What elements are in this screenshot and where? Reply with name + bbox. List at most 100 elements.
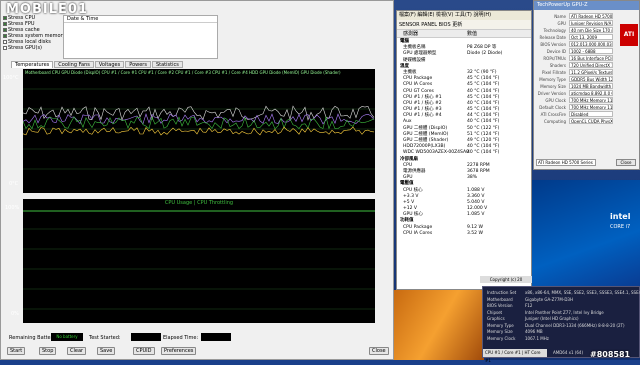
sensor-row[interactable]: CPU IA Cores 3.52 W [397,231,531,237]
gpu-info-value: 1002 - 68B8 [569,48,613,54]
g2-bottom-label: 0% [11,311,19,317]
column-header: 感測器 數值 [397,30,531,38]
gpu-info-key: ROPs/TMUs [543,56,566,61]
sensor-list: 電腦 主機板名稱 P8 Z68 DP 等 GPU 處理器類型 Diode (2 Diod… [397,39,531,237]
g1-top-label: 100°C [3,75,19,81]
gpu-info-key: Pixel Fillrate [542,70,566,75]
menu-bar[interactable]: 檔案(F) 編輯(E) 檢視(V) 工具(T) 說明(H) [397,11,531,20]
checkbox[interactable] [3,33,7,38]
gpu-info-row: Default Clock700 MHz Memory 1150 MHz [536,104,639,111]
wallpaper-area [394,290,484,360]
close-button[interactable]: Close [369,347,389,355]
gpu-info-row: Pixel Fillrate11.2 GPixel/s Texture 28.0… [536,69,639,76]
graph-tabs: Temperatures Cooling Fans Voltages Powers St… [11,61,184,68]
system-info-value: 1067.1 MHz [525,335,549,341]
system-info-list: Instruction Set x86, x86-64, MMX, SSE, SS… [487,290,640,343]
gpu-info-key: GPU [557,21,566,26]
checkbox[interactable] [3,21,7,26]
gpu-info-row: Memory TypeGDDR5 Bus Width 128 Bit [536,76,639,83]
start-button[interactable]: Start [7,347,26,355]
gpu-info-value: Disabled [569,111,613,117]
gpu-info-row: NameATI Radeon HD 5700 Series [536,13,639,20]
stress-options: Stress CPU Stress FPU Stress cache Stress s… [3,15,66,51]
tab-temperatures[interactable]: Temperatures [11,61,54,68]
test-started-label: Test Started: [89,335,121,341]
gpu-info-row: Driver Versionaticmdag 8.892.0.0 Catalys… [536,90,639,97]
tab-cooling-fans[interactable]: Cooling Fans [54,61,94,68]
hdd-temp-line [23,126,375,136]
gpu-info-value: aticmdag 8.892.0.0 Catalyst 11.8 [569,90,613,96]
gpu-info-key: ATI CrossFire [540,112,566,117]
button-bar: Start Stop Clear Save CPUID Preferences … [5,347,391,357]
gpu-info-value: 40 nm Die Size 170 mm² [569,27,613,33]
sensor-value: 3.52 W [467,230,483,236]
gpu-info-key: GPU Clock [545,98,566,103]
g2-top-label: 100% [5,205,20,211]
gpu-info-value: 012.013.000.000.036129 [569,41,613,47]
gpu-info-value: Juniper Revision N/A [569,20,613,26]
gpu-info-key: Device ID [546,49,566,54]
stop-button[interactable]: Stop [39,347,57,355]
checkbox[interactable] [3,39,7,44]
core-selector[interactable]: CPU #1 / Core #1 | HT Core #1 [483,349,547,363]
gpu-info-value: 1024 MB Bandwidth 76.8 GB/s [569,83,613,89]
clear-button[interactable]: Clear [67,347,87,355]
system-stability-test-window: Stress CPU Stress FPU Stress cache Stress s… [0,0,394,360]
gpu-info-key: Shaders [549,63,566,68]
card-select[interactable]: ATI Radeon HD 5700 Series [536,159,596,166]
gpu-info-key: Name [554,14,566,19]
tab-powers[interactable]: Powers [125,61,151,68]
tab-statistics[interactable]: Statistics [151,61,183,68]
save-button[interactable]: Save [97,347,116,355]
gpu-info-key: Technology [543,28,566,33]
gpu-info-key: Memory Type [539,77,566,82]
gpu-info-row: GPU Clock700 MHz Memory 1150 MHz [536,97,639,104]
sensor-name: CPU IA Cores [403,230,433,236]
tab-voltages[interactable]: Voltages [94,61,125,68]
elapsed-time-value [201,333,231,341]
temperature-plot [23,88,375,170]
gpu-info-row: ROPs/TMUs16 Bus Interface PCI-E 2.0 x16 [536,55,639,62]
battery-label: Remaining Battery: [9,335,57,341]
checkbox[interactable] [3,27,7,32]
gpu-info-value: 700 MHz Memory 1150 MHz [569,104,613,110]
system-info-row: Memory Clock 1067.1 MHz [487,336,637,343]
gpu-info-key: Driver Version [537,91,566,96]
status-list: Date & Time [63,15,218,59]
gpu-info-key: BIOS Version [540,42,566,47]
gpu-info-value: 11.2 GPixel/s Texture 28.0 GTexel/s [569,69,613,75]
test-started-value [131,333,161,341]
watermark-id: #808581 [590,350,631,359]
intel-panel [532,180,640,290]
stress-option-label: Stress GPU(s) [8,45,43,51]
cpuid-button[interactable]: CPUID [133,347,155,355]
gpu-info-key: Release Date [539,35,566,40]
system-info-panel: Instruction Set x86, x86-64, MMX, SSE, SS… [482,286,640,363]
stress-option[interactable]: Stress GPU(s) [3,45,61,51]
gpu-close-button[interactable]: Close [616,159,636,166]
ati-logo: ATI [620,24,638,46]
gpu-info-row: Device ID 1002 - 68B8 [536,48,639,55]
g1-bottom-label: 0°C [9,181,19,187]
preferences-button[interactable]: Preferences [161,347,197,355]
temperature-graph: Motherboard CPU GPU Diode (DispIO) CPU #… [3,69,375,193]
battery-value: No battery [51,333,83,341]
cpu-temp-line [23,105,375,121]
col-sensor[interactable]: 感測器 [403,30,418,38]
gpu-info-row: Memory Size1024 MB Bandwidth 76.8 GB/s [536,83,639,90]
intel-brand: intel [610,212,631,221]
gpu-info-value: 700 MHz Memory 1150 MHz [569,97,613,103]
gpu-info-value: ATI Radeon HD 5700 Series [569,13,613,19]
copyright-text: Copyright (c) 20 [480,276,532,283]
gpu-info-value: OpenCL CUDA PhysX DirectCompute [569,118,613,124]
gpu-info-row: Shaders720 Unified DirectX 11.0 / SM5.0 [536,62,639,69]
checkbox[interactable] [3,45,7,50]
gpu-info-key: Computing [544,119,566,124]
toolbar[interactable]: SENSOR PANEL BIOS 更新 [397,20,531,30]
date-time-header: Date & Time [64,16,217,23]
col-value[interactable]: 數值 [467,30,477,38]
mobile01-logo: MOBILE01 [6,2,88,17]
gpu-info-row: ATI CrossFire Disabled [536,111,639,118]
gpu-info-key: Default Clock [539,105,566,110]
system-info-key: Memory Clock [487,335,516,341]
